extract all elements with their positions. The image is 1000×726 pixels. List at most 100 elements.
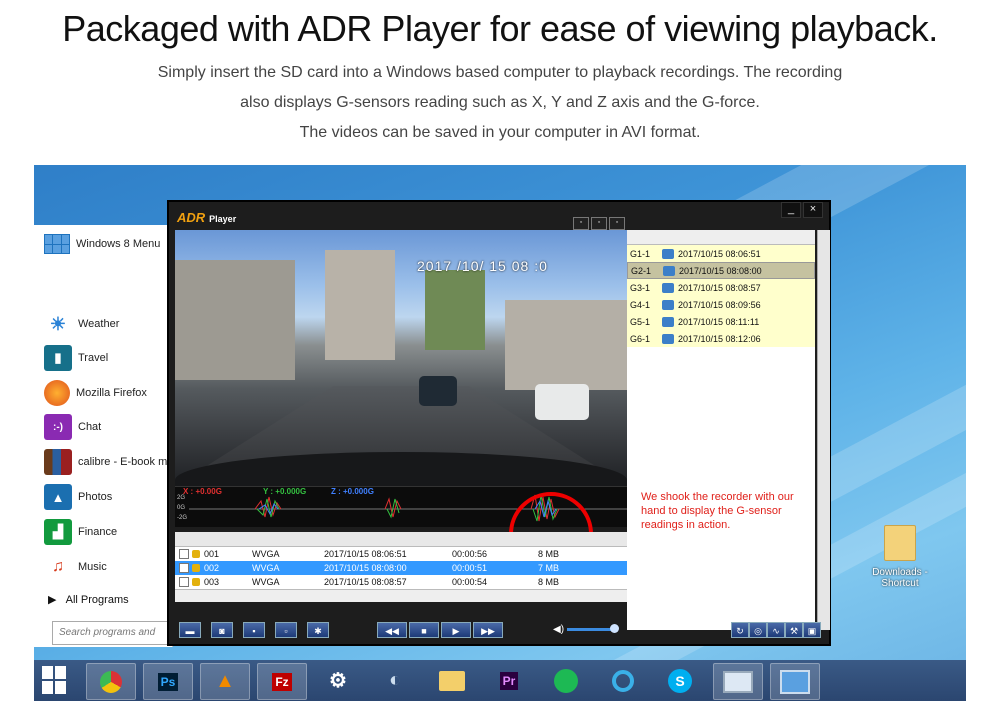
photoshop-icon[interactable]: Ps (143, 663, 193, 700)
file-duration: 00:00:56 (452, 549, 488, 559)
loop-button[interactable]: ↻ (731, 622, 749, 638)
vlc-icon[interactable]: ▲ (200, 663, 250, 700)
skype-icon[interactable]: S (656, 663, 704, 698)
headphones-icon: ♫ (52, 558, 64, 575)
video-view[interactable]: 2017 /10/ 15 08 :0 (175, 230, 627, 486)
view-mode-1-button[interactable]: ▫ (573, 217, 589, 230)
spotify-icon[interactable] (542, 663, 590, 698)
file-resolution: WVGA (252, 549, 280, 559)
table-row-selected[interactable]: 002 WVGA 2017/10/15 08:08:00 00:00:51 7 … (175, 561, 627, 575)
file-number: 001 (204, 549, 220, 559)
list-item-selected[interactable]: G2-1 2017/10/15 08:08:00 (627, 262, 815, 279)
start-item-weather[interactable]: ☀ Weather (44, 311, 119, 337)
open-folder-button[interactable]: ▬ (179, 622, 201, 638)
table-row[interactable]: 003 WVGA 2017/10/15 08:08:57 00:00:54 8 … (175, 575, 627, 589)
snapshot-button[interactable]: ◙ (211, 622, 233, 638)
rewind-button[interactable]: ◀◀ (377, 622, 407, 638)
save-button[interactable]: ▪ (243, 622, 265, 638)
list-item[interactable]: G3-1 2017/10/15 08:08:57 (627, 279, 815, 296)
stop-button[interactable]: ■ (409, 622, 439, 638)
play-button[interactable]: ▶ (441, 622, 471, 638)
volume-slider[interactable] (567, 628, 614, 631)
minimize-button[interactable]: _ (781, 202, 801, 218)
row-checkbox[interactable] (179, 549, 189, 559)
start-item-travel[interactable]: ▮ Travel (44, 345, 108, 371)
lock-icon (192, 550, 200, 558)
event-time: 2017/10/15 08:11:11 (678, 316, 760, 327)
page-title: Packaged with ADR Player for ease of vie… (62, 8, 938, 49)
start-item-music[interactable]: ♫ Music (44, 554, 107, 580)
list-item[interactable]: G6-1 2017/10/15 08:12:06 (627, 330, 815, 347)
view-mode-3-button[interactable]: ▫ (609, 217, 625, 230)
tools-button[interactable]: ⚒ (785, 622, 803, 638)
all-programs[interactable]: ▶ All Programs (48, 593, 129, 606)
event-id: G5-1 (630, 316, 651, 327)
lock-icon (192, 578, 200, 586)
brand-label: ADR (177, 210, 206, 225)
event-time: 2017/10/15 08:08:00 (679, 265, 762, 276)
file-date: 2017/10/15 08:08:00 (324, 563, 407, 573)
windows-start-button[interactable] (42, 666, 66, 694)
close-button[interactable]: × (803, 202, 823, 218)
start-item-chat[interactable]: :-) Chat (44, 414, 101, 440)
start-item-label: Travel (78, 352, 109, 364)
monitor-icon[interactable] (713, 663, 763, 700)
file-size: 8 MB (538, 549, 560, 559)
player-title: ADR Player (177, 210, 236, 225)
media-icon[interactable]: ◐ (371, 663, 419, 698)
event-id: G3-1 (630, 282, 651, 293)
file-duration: 00:00:54 (452, 577, 488, 587)
view-mode-2-button[interactable]: ▫ (591, 217, 607, 230)
list-item[interactable]: G5-1 2017/10/15 08:11:11 (627, 313, 815, 330)
skype-label: S (668, 668, 692, 693)
list-item[interactable]: G4-1 2017/10/15 08:09:56 (627, 296, 815, 313)
start-item-calibre[interactable]: calibre - E-book m (44, 449, 167, 475)
delete-button[interactable]: ▫ (275, 622, 297, 638)
event-file-icon (662, 282, 674, 293)
start-item-label: Photos (78, 491, 113, 503)
sun-icon: ☀ (49, 313, 67, 334)
globe-button[interactable]: ◎ (749, 622, 767, 638)
firefox-icon (44, 380, 70, 406)
circle-app-icon[interactable] (599, 663, 647, 698)
event-file-icon (662, 316, 674, 327)
volume-icon: ◀) (553, 624, 565, 635)
shortcut-label: Downloads - (872, 567, 928, 578)
description-line-3: The videos can be saved in your computer… (299, 124, 701, 141)
chrome-icon[interactable] (86, 663, 136, 700)
lock-button[interactable]: ▣ (803, 622, 821, 638)
list-scrollbar[interactable] (817, 230, 830, 630)
start-menu-header[interactable]: Windows 8 Menu (34, 225, 172, 263)
explorer-icon[interactable] (428, 663, 476, 698)
start-item-firefox[interactable]: Mozilla Firefox (44, 380, 147, 406)
start-menu: Windows 8 Menu ☀ Weather ▮ Travel Mozill… (34, 225, 173, 647)
control-panel-icon[interactable] (770, 663, 820, 700)
row-checkbox[interactable] (179, 577, 189, 587)
filezilla-icon[interactable]: Fz (257, 663, 307, 700)
file-number: 002 (204, 563, 220, 573)
file-size: 7 MB (538, 563, 560, 573)
settings-button[interactable]: ✱ (307, 622, 329, 638)
start-item-photos[interactable]: ▲ Photos (44, 484, 112, 510)
premiere-icon[interactable]: Pr (485, 663, 533, 698)
table-scrollbar[interactable] (175, 589, 627, 602)
list-header (627, 230, 815, 245)
list-item[interactable]: G1-1 2017/10/15 08:06:51 (627, 245, 815, 262)
start-search-input[interactable]: Search programs and (52, 621, 170, 645)
start-item-label: calibre - E-book m (78, 456, 168, 468)
wave-button[interactable]: ∿ (767, 622, 785, 638)
event-id: G4-1 (630, 299, 651, 310)
file-number: 003 (204, 577, 220, 587)
table-row[interactable]: 001 WVGA 2017/10/15 08:06:51 00:00:56 8 … (175, 547, 627, 561)
fast-forward-button[interactable]: ▶▶ (473, 622, 503, 638)
start-item-label: Weather (78, 318, 120, 330)
event-file-icon (662, 333, 674, 344)
chat-icon: :-) (44, 414, 72, 440)
event-time: 2017/10/15 08:06:51 (678, 248, 761, 259)
volume-knob[interactable] (610, 624, 619, 633)
steam-icon[interactable]: ⚙ (314, 663, 362, 698)
downloads-shortcut[interactable]: Downloads - Shortcut (860, 525, 940, 589)
row-checkbox[interactable] (179, 563, 189, 573)
start-item-finance[interactable]: ▟ Finance (44, 519, 117, 545)
annotation-note: We shook the recorder with our hand to d… (641, 491, 794, 531)
